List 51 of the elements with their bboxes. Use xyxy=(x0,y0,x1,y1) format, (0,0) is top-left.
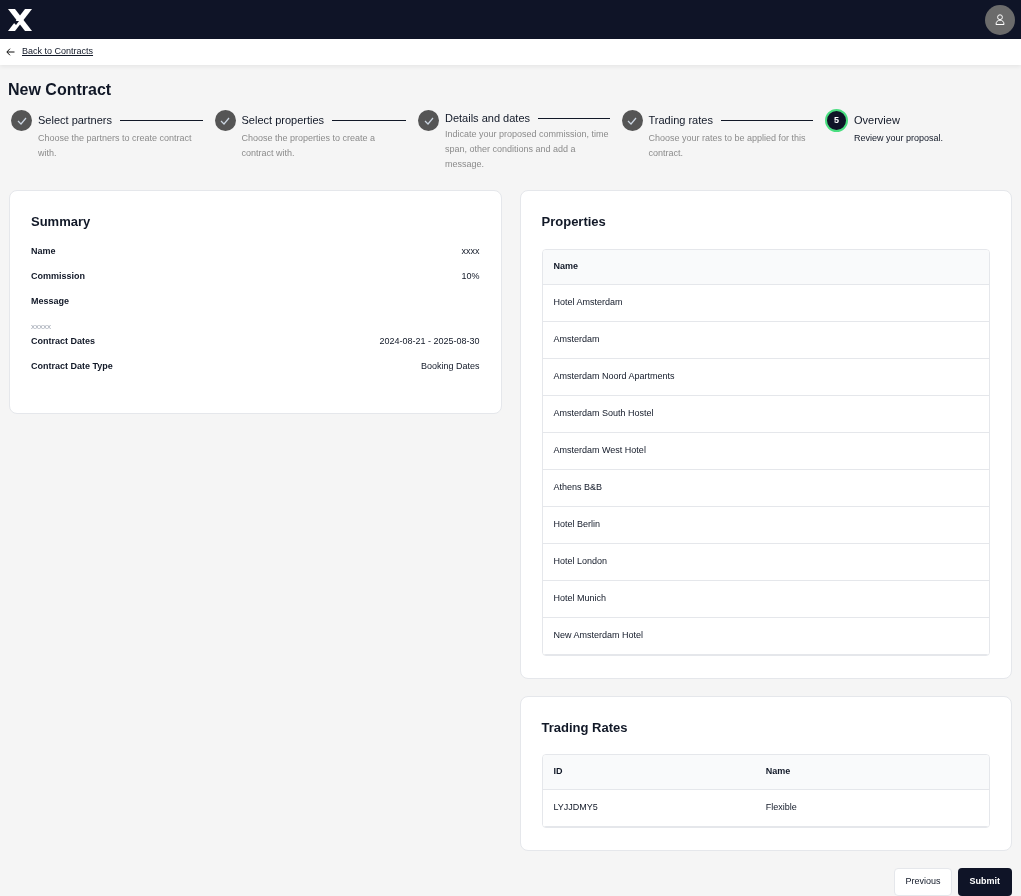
column-header: Name xyxy=(765,765,792,779)
step-title: Overview xyxy=(854,113,900,129)
previous-button[interactable]: Previous xyxy=(894,868,952,896)
field-label: Commission xyxy=(31,269,85,283)
field-value: xxxx xyxy=(461,244,480,258)
field-value: Booking Dates xyxy=(420,359,480,373)
submit-button[interactable]: Submit xyxy=(957,868,1012,896)
checkmark-icon xyxy=(16,116,27,125)
table-cell-text: Amsterdam Noord Apartments xyxy=(553,369,676,383)
step-title: Trading rates xyxy=(648,113,713,129)
table-cell-text: Amsterdam xyxy=(553,332,601,346)
table-cell-text: New Amsterdam Hotel xyxy=(553,628,645,642)
user-icon xyxy=(995,14,1005,25)
page-title: New Contract xyxy=(8,80,113,100)
table-cell-text: Flexible xyxy=(765,801,798,815)
table-cell-text: Hotel Munich xyxy=(553,591,608,605)
avatar-button[interactable] xyxy=(985,4,1015,35)
step-description: Indicate your proposed commission, time span, other conditions and add a message. xyxy=(445,127,610,171)
table-cell-text: Hotel Amsterdam xyxy=(553,295,624,309)
checkmark-icon xyxy=(220,116,230,125)
card-title: Trading Rates xyxy=(541,718,629,737)
table-cell-text: Athens B&B xyxy=(553,480,604,494)
field-label: Name xyxy=(31,244,56,258)
step-description: Choose the partners to create contract with. xyxy=(38,132,193,160)
step-description: Choose the properties to create a contract with. xyxy=(241,132,377,160)
field-label: Message xyxy=(31,294,71,308)
step-description: Choose your rates to be applied for this contract. xyxy=(648,132,807,160)
table-cell-text: Hotel London xyxy=(553,554,609,568)
field-value: 10% xyxy=(461,269,480,283)
logo-icon xyxy=(6,6,34,33)
table-cell-text: Amsterdam South Hostel xyxy=(553,406,655,420)
step-title: Select properties xyxy=(241,113,325,129)
column-header: ID xyxy=(553,765,564,779)
step-description: Review your proposal. xyxy=(854,132,945,145)
checkmark-icon xyxy=(423,116,434,125)
card-title: Properties xyxy=(541,213,607,231)
table-cell-text: LYJJDMY5 xyxy=(553,801,599,815)
field-value: 2024-08-21 - 2025-08-30 xyxy=(379,334,480,348)
column-header: Name xyxy=(553,259,580,273)
step-current-indicator: 5 xyxy=(825,109,848,132)
back-arrow-icon xyxy=(6,48,15,56)
card-title: Summary xyxy=(31,213,92,231)
step-title: Details and dates xyxy=(445,111,530,126)
table-cell-text: Amsterdam West Hotel xyxy=(553,443,647,457)
table-cell-text: Hotel Berlin xyxy=(553,517,602,531)
field-label: Contract Dates xyxy=(31,334,95,348)
back-link[interactable]: Back to Contracts xyxy=(22,45,94,59)
step-title: Select partners xyxy=(38,113,112,129)
checkmark-icon xyxy=(627,116,637,125)
field-label: Contract Date Type xyxy=(31,359,113,373)
field-value: xxxxx xyxy=(31,321,52,333)
